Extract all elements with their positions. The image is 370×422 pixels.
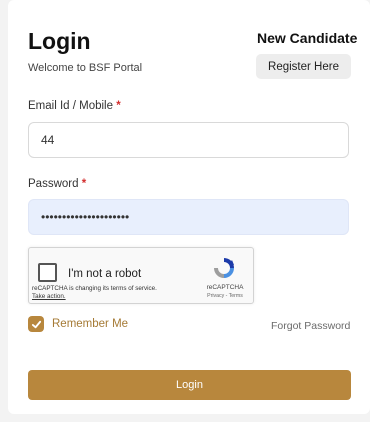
recaptcha-privacy-terms[interactable]: Privacy - Terms	[201, 293, 249, 299]
required-mark: *	[116, 100, 121, 112]
recaptcha-brand: reCAPTCHA	[206, 284, 244, 291]
recaptcha-checkbox[interactable]	[38, 263, 57, 282]
recaptcha-notice-text: reCAPTCHA is changing its terms of servi…	[32, 285, 157, 292]
email-field[interactable]: 44	[28, 122, 349, 158]
remember-checkbox[interactable]	[28, 316, 44, 332]
recaptcha-logo-icon	[214, 258, 234, 278]
page-title: Login	[28, 28, 91, 54]
email-value: 44	[41, 133, 55, 147]
recaptcha-take-action-link[interactable]: Take action.	[32, 293, 66, 300]
checkmark-icon	[31, 320, 41, 328]
email-label-text: Email Id / Mobile	[28, 100, 114, 112]
remember-me-label: Remember Me	[52, 318, 129, 330]
new-candidate-heading: New Candidate	[257, 30, 358, 46]
recaptcha-label: I'm not a robot	[68, 268, 142, 280]
page-subtitle: Welcome to BSF Portal	[28, 62, 143, 74]
recaptcha-widget: I'm not a robot reCAPTCHA is changing it…	[28, 247, 254, 304]
recaptcha-notice: reCAPTCHA is changing its terms of servi…	[32, 285, 182, 301]
login-card: Login Welcome to BSF Portal New Candidat…	[8, 0, 370, 414]
forgot-password-link[interactable]: Forgot Password	[271, 320, 350, 332]
email-label: Email Id / Mobile *	[28, 100, 121, 112]
password-value: •••••••••••••••••••••	[41, 210, 130, 224]
register-button[interactable]: Register Here	[256, 54, 351, 79]
login-button[interactable]: Login	[28, 370, 351, 400]
remember-me-toggle[interactable]: Remember Me	[28, 316, 128, 332]
password-label: Password *	[28, 178, 86, 190]
password-field[interactable]: •••••••••••••••••••••	[28, 199, 349, 235]
required-mark: *	[81, 178, 87, 190]
password-label-text: Password	[28, 178, 79, 190]
